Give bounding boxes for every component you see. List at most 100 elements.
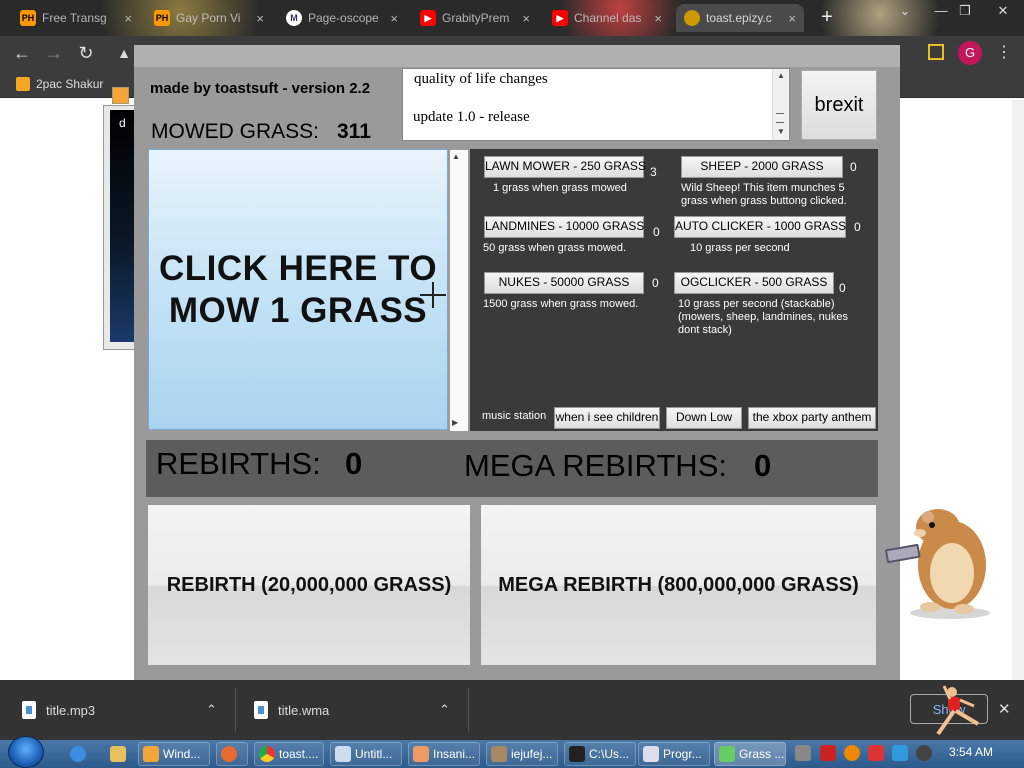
tab-search-icon[interactable]: ⌄ <box>892 0 918 22</box>
changelog-scrollbar[interactable]: ▲ ▼ <box>772 69 789 140</box>
browser-tab[interactable]: PH Free Transg × <box>12 4 140 32</box>
buy-ogclicker-button[interactable]: OGCLICKER - 500 GRASS <box>674 272 834 294</box>
dancer-mascot-icon <box>936 685 980 736</box>
taskbar-item-active[interactable]: Grass ... <box>714 742 786 766</box>
background-app-icon <box>112 87 129 104</box>
forward-arrow-icon[interactable]: → <box>44 43 64 63</box>
tray-search-icon[interactable] <box>844 745 860 761</box>
tab-close-icon[interactable]: × <box>654 11 662 26</box>
tab-close-icon[interactable]: × <box>390 11 398 26</box>
app-icon <box>413 746 429 762</box>
browser-tab[interactable]: ▶ GrabityPrem × <box>412 4 538 32</box>
taskbar-item[interactable]: C:\Us... <box>564 742 636 766</box>
reload-icon[interactable]: ↻ <box>76 43 96 63</box>
taskbar-item[interactable]: toast.... <box>254 742 324 766</box>
scroll-down-icon[interactable]: ▶ <box>452 418 458 427</box>
chevron-up-icon[interactable]: ⌃ <box>439 702 450 718</box>
tray-network-icon[interactable] <box>892 745 908 761</box>
browser-tab[interactable]: PH Gay Porn Vi × <box>146 4 272 32</box>
browser-tab[interactable]: ▶ Channel das × <box>544 4 670 32</box>
play-icon <box>719 746 735 762</box>
mowed-grass-value: 311 <box>337 120 371 143</box>
buy-lawn-mower-button[interactable]: LAWN MOWER - 250 GRASS <box>484 156 646 178</box>
tray-antivirus-icon[interactable] <box>820 745 836 761</box>
download-filename: title.wma <box>278 702 330 718</box>
lawn-mower-count: 3 <box>650 165 657 179</box>
browser-tab-active[interactable]: toast.epizy.c × <box>676 4 804 32</box>
not-secure-warning-icon[interactable]: ▲ <box>114 43 134 63</box>
youtube-favicon-icon: ▶ <box>420 10 436 26</box>
scroll-up-icon[interactable]: ▲ <box>452 152 460 161</box>
page-scrollbar[interactable] <box>1012 100 1024 680</box>
game-window-titlebar <box>134 45 900 67</box>
taskbar-item[interactable]: Insani... <box>408 742 480 766</box>
tray-flag-icon[interactable] <box>868 745 884 761</box>
scroll-down-icon[interactable]: ▼ <box>777 127 785 136</box>
nukes-desc: 1500 grass when grass mowed. <box>483 298 639 310</box>
browser-tab[interactable]: M Page-oscope × <box>278 4 406 32</box>
taskbar-item-label: Insani... <box>433 747 476 761</box>
taskbar-ie-icon[interactable] <box>66 742 88 766</box>
panel-scrollbar[interactable] <box>450 150 468 431</box>
tray-volume-icon[interactable] <box>916 745 932 761</box>
sheep-desc: Wild Sheep! This item munches 5 grass wh… <box>681 182 847 207</box>
tab-close-icon[interactable]: × <box>124 11 132 26</box>
chrome-icon <box>259 746 275 762</box>
taskbar-item[interactable]: Progr... <box>638 742 710 766</box>
profile-avatar[interactable]: G <box>958 41 982 65</box>
close-downloads-icon[interactable]: ✕ <box>998 700 1011 718</box>
taskbar-item[interactable]: Untitl... <box>330 742 402 766</box>
taskbar-item-label: Untitl... <box>355 747 393 761</box>
tab-title: Free Transg <box>42 11 107 25</box>
extension-icon[interactable] <box>928 44 944 60</box>
start-button[interactable] <box>8 736 44 768</box>
taskbar-item[interactable]: iejufej... <box>486 742 558 766</box>
sheep-count: 0 <box>850 160 857 174</box>
taskbar-item-label: Grass ... <box>739 747 785 761</box>
changelog-textbox[interactable]: quality of life changes update 1.0 - rel… <box>402 68 790 141</box>
tab-title: Gay Porn Vi <box>176 11 241 25</box>
taskbar-item[interactable] <box>216 742 248 766</box>
notepad-icon <box>335 746 351 762</box>
download-item[interactable]: title.mp3 <box>22 693 95 727</box>
crosshair-cursor-icon <box>420 282 446 308</box>
close-window-button[interactable]: ✕ <box>990 0 1016 22</box>
download-item[interactable]: title.wma <box>254 693 329 727</box>
music-down-low-button[interactable]: Down Low <box>666 407 742 429</box>
chevron-up-icon[interactable]: ⌃ <box>206 702 217 718</box>
tab-close-icon[interactable]: × <box>256 11 264 26</box>
auto-clicker-count: 0 <box>854 220 861 234</box>
restore-button[interactable]: ❐ <box>952 0 978 22</box>
downloads-bar <box>0 680 1024 740</box>
rebirth-button[interactable]: REBIRTH (20,000,000 GRASS) <box>147 504 471 666</box>
mega-rebirth-button-label: MEGA REBIRTH (800,000,000 GRASS) <box>498 573 859 596</box>
scroll-up-icon[interactable]: ▲ <box>777 71 785 80</box>
divider <box>235 688 236 732</box>
mow-grass-button[interactable]: CLICK HERE TO MOW 1 GRASS <box>148 149 448 430</box>
buy-auto-clicker-button[interactable]: AUTO CLICKER - 1000 GRASS <box>674 216 846 238</box>
mega-rebirth-button[interactable]: MEGA REBIRTH (800,000,000 GRASS) <box>480 504 877 666</box>
audio-file-icon <box>22 701 36 719</box>
new-tab-button[interactable]: + <box>818 6 836 28</box>
tab-close-icon[interactable]: × <box>788 11 796 26</box>
buy-nukes-button[interactable]: NUKES - 50000 GRASS <box>484 272 644 294</box>
music-xbox-party-anthem-button[interactable]: the xbox party anthem <box>748 407 876 429</box>
ogclicker-count: 0 <box>839 281 846 295</box>
pornhub-favicon-icon: PH <box>154 10 170 26</box>
menu-dots-icon[interactable]: ⋮ <box>996 42 1012 64</box>
scroll-grip[interactable] <box>776 113 784 123</box>
buy-landmines-button[interactable]: LANDMINES - 10000 GRASS <box>484 216 644 238</box>
pornhub-favicon-icon: PH <box>20 10 36 26</box>
tab-close-icon[interactable]: × <box>522 11 530 26</box>
background-window-text: d <box>119 116 126 130</box>
bookmark-item[interactable]: 2pac Shakur <box>16 74 103 94</box>
taskbar-item[interactable]: Wind... <box>138 742 210 766</box>
buy-sheep-button[interactable]: SHEEP - 2000 GRASS <box>681 156 843 178</box>
brexit-button[interactable]: brexit <box>801 70 877 140</box>
back-arrow-icon[interactable]: ← <box>12 43 32 63</box>
music-when-i-see-children-button[interactable]: when i see children <box>554 407 660 429</box>
tray-icon[interactable] <box>795 745 811 761</box>
landmines-count: 0 <box>653 225 660 239</box>
taskbar-explorer-icon[interactable] <box>106 742 128 766</box>
minimize-button[interactable]: — <box>928 0 954 22</box>
